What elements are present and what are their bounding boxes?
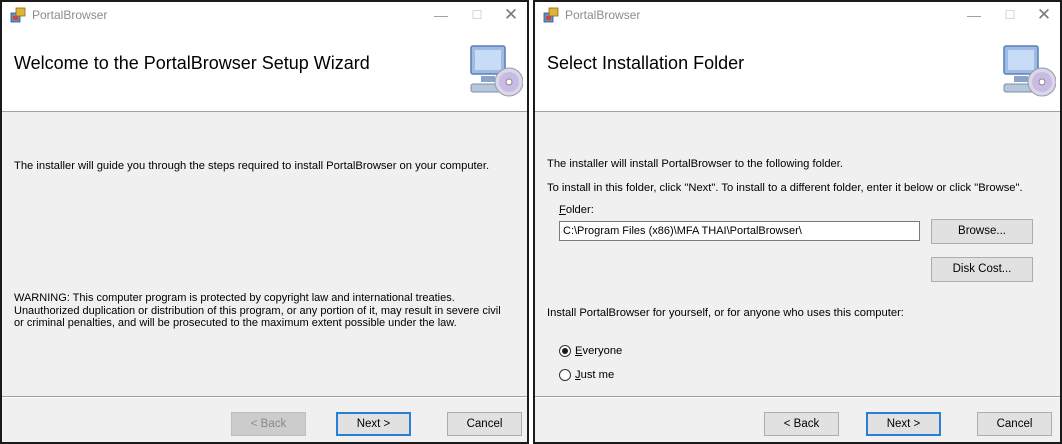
welcome-dialog: PortalBrowser — ☐ ✕ Welcome to the Porta…: [0, 0, 529, 444]
installer-package-icon: [10, 7, 26, 23]
folder-label: Folder:: [559, 204, 594, 216]
folder-dialog: PortalBrowser — ☐ ✕ Select Installation …: [533, 0, 1062, 444]
dialog-header: Select Installation Folder: [535, 28, 1060, 112]
folder-path-input[interactable]: [559, 221, 920, 241]
next-button[interactable]: Next >: [866, 412, 941, 436]
cancel-button[interactable]: Cancel: [977, 412, 1052, 436]
radio-selected-icon[interactable]: [559, 345, 571, 357]
back-button[interactable]: < Back: [764, 412, 839, 436]
cancel-button[interactable]: Cancel: [447, 412, 522, 436]
minimize-icon[interactable]: —: [964, 5, 984, 25]
folder-label-rest: older:: [565, 204, 594, 216]
footer-divider: [535, 396, 1060, 398]
install-scope-prompt: Install PortalBrowser for yourself, or f…: [547, 307, 904, 319]
browse-button[interactable]: Browse...: [931, 219, 1033, 244]
maximize-icon[interactable]: ☐: [1000, 5, 1020, 25]
warning-line: or criminal penalties, and will be prose…: [14, 317, 457, 329]
intro-text: The installer will guide you through the…: [14, 160, 490, 172]
maximize-icon[interactable]: ☐: [467, 5, 487, 25]
page-title: Welcome to the PortalBrowser Setup Wizar…: [14, 53, 370, 73]
page-title: Select Installation Folder: [547, 53, 745, 73]
just-me-label: ust me: [580, 369, 615, 381]
folder-label-accel: F: [559, 204, 566, 216]
everyone-label: veryone: [582, 345, 623, 357]
instructions-text: To install in this folder, click "Next".…: [547, 182, 1023, 194]
close-icon[interactable]: ✕: [1034, 5, 1054, 25]
radio-everyone[interactable]: Everyone: [559, 345, 622, 357]
radio-just-me[interactable]: Just me: [559, 369, 614, 381]
dialog-header: Welcome to the PortalBrowser Setup Wizar…: [2, 28, 527, 112]
radio-unselected-icon[interactable]: [559, 369, 571, 381]
computer-with-disc-icon: [1003, 45, 1056, 97]
next-button[interactable]: Next >: [336, 412, 411, 436]
title-bar: PortalBrowser — ☐ ✕: [2, 2, 527, 28]
computer-with-disc-icon: [470, 45, 523, 97]
disk-cost-button[interactable]: Disk Cost...: [931, 257, 1033, 282]
title-bar: PortalBrowser — ☐ ✕: [535, 2, 1060, 28]
back-button[interactable]: < Back: [231, 412, 306, 436]
installer-package-icon: [543, 7, 559, 23]
install-location-text: The installer will install PortalBrowser…: [547, 158, 843, 170]
close-icon[interactable]: ✕: [501, 5, 521, 25]
footer-divider: [2, 396, 527, 398]
copyright-warning: WARNING: This computer program is protec…: [14, 292, 519, 330]
window-title: PortalBrowser: [32, 8, 108, 22]
warning-line: WARNING: This computer program is protec…: [14, 292, 455, 304]
warning-line: Unauthorized duplication or distribution…: [14, 304, 501, 317]
window-title: PortalBrowser: [565, 8, 641, 22]
minimize-icon[interactable]: —: [431, 5, 451, 25]
